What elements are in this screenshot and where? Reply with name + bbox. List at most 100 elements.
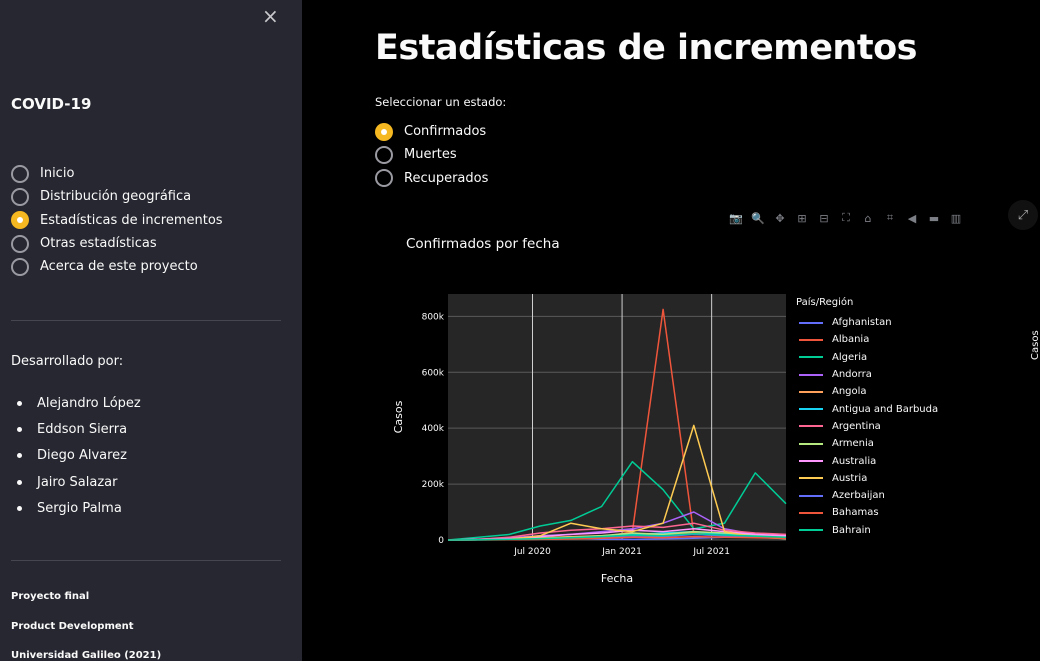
legend-swatch [799,477,823,480]
close-icon[interactable]: × [262,4,279,28]
nav-item-3[interactable]: Otras estadísticas [11,232,223,255]
autoscale-icon[interactable]: ⛶ [838,210,854,226]
plot-area [448,294,786,540]
developer-item: Diego Alvarez [17,443,141,469]
radio-icon[interactable] [11,164,29,183]
legend-label: Andorra [832,369,872,381]
radio-icon[interactable] [11,234,29,253]
radio-icon[interactable] [11,257,29,276]
legend-item[interactable]: Bahrain [796,522,938,539]
y-tick-label: 800k [422,312,445,322]
zoom-out-icon[interactable]: ⊟ [816,210,832,226]
legend-item[interactable]: Bahamas [796,504,938,521]
hover-closest-icon[interactable]: ◀ [904,210,920,226]
legend-label: Argentina [832,420,881,432]
chart-legend: País/Región Afghanistan Albania Algeria And… [796,297,938,539]
legend-item[interactable]: Afghanistan [796,314,938,331]
plotly-logo-icon[interactable]: ▥ [948,210,964,226]
state-option-label: Recuperados [404,170,489,186]
state-option-0[interactable]: Confirmados [375,120,488,143]
legend-swatch [799,494,823,497]
nav-item-2[interactable]: Estadísticas de incrementos [11,209,223,232]
x-tick-label: Jul 2021 [692,547,730,557]
x-axis-label: Fecha [601,572,633,585]
legend-swatch [799,373,823,376]
sidebar: × COVID-19 Inicio Distribución geográfica… [0,0,302,661]
legend-swatch [799,442,823,445]
legend-item[interactable]: Austria [796,470,938,487]
divider [11,320,281,321]
legend-label: Australia [832,455,877,467]
legend-swatch [799,425,823,428]
legend-label: Antigua and Barbuda [832,403,939,415]
legend-item[interactable]: Andorra [796,366,938,383]
brand-title: COVID-19 [11,95,92,113]
nav-item-label: Inicio [40,166,75,182]
state-option-1[interactable]: Muertes [375,143,488,166]
nav-item-label: Distribución geográfica [40,189,192,205]
y-tick-label: 200k [422,480,445,490]
legend-title: País/Región [796,297,854,308]
legend-swatch [799,390,823,393]
radio-icon[interactable] [11,187,29,206]
plot-toolbar: 📷 🔍 ✥ ⊞ ⊟ ⛶ ⌂ ⌗ ◀ ▬ ▥ [728,210,964,226]
legend-label: Albania [832,334,870,346]
developer-item: Eddson Sierra [17,416,141,442]
footer-line: Product Development [11,621,134,632]
spike-lines-icon[interactable]: ⌗ [882,210,898,226]
radio-icon[interactable] [11,211,29,230]
y-tick-label: 600k [422,368,445,378]
legend-item[interactable]: Argentina [796,418,938,435]
hover-compare-icon[interactable]: ▬ [926,210,942,226]
zoom-icon[interactable]: 🔍 [750,210,766,226]
nav-item-label: Acerca de este proyecto [40,259,198,275]
nav-item-0[interactable]: Inicio [11,162,223,185]
developer-item: Alejandro López [17,390,141,416]
legend-swatch [799,356,823,359]
legend-item[interactable]: Albania [796,331,938,348]
reset-axes-icon[interactable]: ⌂ [860,210,876,226]
state-radio-group: Confirmados Muertes Recuperados [375,120,488,190]
fullscreen-icon[interactable]: ⤢ [1008,200,1038,230]
legend-item[interactable]: Algeria [796,349,938,366]
divider [11,560,281,561]
nav-radio-group: Inicio Distribución geográfica Estadística… [11,162,223,278]
legend-swatch [799,408,823,411]
nav-item-1[interactable]: Distribución geográfica [11,185,223,208]
state-option-label: Confirmados [404,124,487,140]
side-axis-label: Casos [1030,330,1040,360]
pan-icon[interactable]: ✥ [772,210,788,226]
page-title: Estadísticas de incrementos [375,28,917,68]
legend-item[interactable]: Azerbaijan [796,487,938,504]
legend-label: Afghanistan [832,317,892,329]
footer-line: Proyecto final [11,591,90,602]
state-select-label: Seleccionar un estado: [375,95,507,109]
radio-icon[interactable] [375,122,393,141]
legend-item[interactable]: Angola [796,383,938,400]
radio-icon[interactable] [375,145,393,164]
line-chart[interactable]: 0 200k 400k 600k 800k Jul 2020 Jan 2021 Jul 202… [380,280,792,590]
legend-swatch [799,460,823,463]
legend-label: Azerbaijan [832,490,885,502]
y-axis-label: Casos [392,400,405,433]
chart-title: Confirmados por fecha [406,236,560,252]
legend-swatch [799,321,823,324]
y-tick-label: 400k [422,424,445,434]
developers-list: Alejandro López Eddson Sierra Diego Alvare… [17,390,141,521]
legend-item[interactable]: Armenia [796,435,938,452]
state-option-label: Muertes [404,147,457,163]
y-tick-label: 0 [438,536,444,546]
state-option-2[interactable]: Recuperados [375,167,488,190]
camera-icon[interactable]: 📷 [728,210,744,226]
x-tick-label: Jan 2021 [601,547,642,557]
legend-label: Bahrain [832,524,871,536]
developer-item: Jairo Salazar [17,469,141,495]
legend-label: Armenia [832,438,874,450]
zoom-in-icon[interactable]: ⊞ [794,210,810,226]
legend-label: Austria [832,472,868,484]
radio-icon[interactable] [375,169,393,188]
nav-item-4[interactable]: Acerca de este proyecto [11,255,223,278]
developer-item: Sergio Palma [17,495,141,521]
legend-item[interactable]: Australia [796,452,938,469]
legend-item[interactable]: Antigua and Barbuda [796,400,938,417]
